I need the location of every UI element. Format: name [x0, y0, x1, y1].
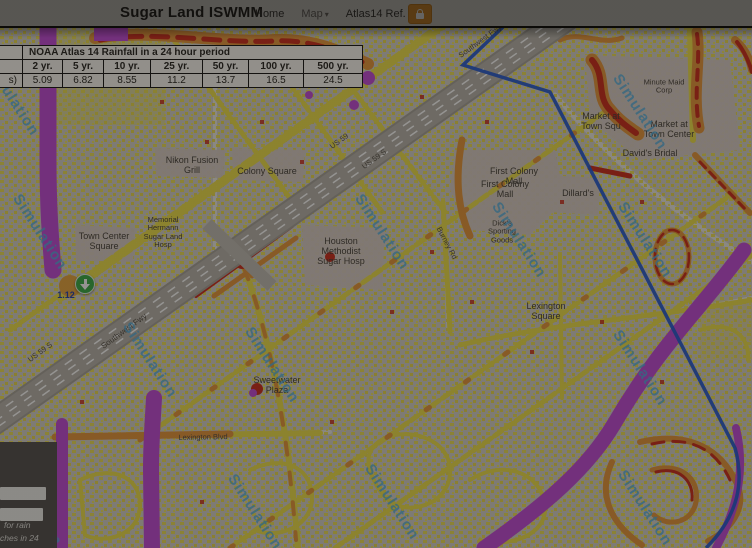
col-header: 5 yr.	[63, 60, 104, 74]
map-label: David's Bridal	[623, 148, 678, 158]
row-label: s)	[0, 74, 23, 88]
value-cell: 8.55	[104, 74, 151, 88]
main-nav: Home Map▾ Atlas14 Ref. Data	[255, 8, 432, 20]
nav-map[interactable]: Map▾	[301, 8, 328, 20]
value-cell: 5.09	[23, 74, 63, 88]
map-label: Lexington Square	[526, 301, 565, 321]
col-header: 10 yr.	[104, 60, 151, 74]
panel-text-line: for rain	[4, 520, 30, 530]
table-value-row: s) 5.09 6.82 8.55 11.2 13.7 16.5 24.5	[0, 74, 363, 88]
map-label: Dillard's	[562, 188, 594, 198]
col-header: 2 yr.	[23, 60, 63, 74]
value-cell: 24.5	[304, 74, 363, 88]
map-label: Colony Square	[237, 166, 297, 176]
map-label: Houston Methodist Sugar Hosp	[317, 236, 365, 266]
panel-input-1[interactable]	[0, 487, 46, 500]
rainfall-table: NOAA Atlas 14 Rainfall in a 24 hour peri…	[0, 45, 363, 88]
map-label: Town Center Square	[79, 231, 130, 251]
map-label: Nikon Fusion Grill	[166, 155, 219, 175]
col-header: 50 yr.	[203, 60, 249, 74]
page-title: Sugar Land ISWMM	[120, 4, 263, 21]
table-title: NOAA Atlas 14 Rainfall in a 24 hour peri…	[23, 46, 363, 60]
info-panel: for rain ches in 24	[0, 442, 57, 548]
sign-in-button[interactable]	[408, 4, 432, 24]
col-header: 25 yr.	[151, 60, 203, 74]
map-label: Minute Maid Corp	[644, 79, 685, 96]
map-label: Memorial Hermann Sugar Land Hosp	[144, 216, 183, 250]
map-label: Market at Town Squ	[581, 111, 621, 131]
lock-icon	[416, 13, 424, 19]
map-marker[interactable]	[75, 274, 95, 294]
value-cell: 11.2	[151, 74, 203, 88]
chevron-down-icon: ▾	[325, 10, 329, 19]
app-window: Nikon Fusion Grill Colony Square Memoria…	[0, 0, 752, 548]
nav-home[interactable]: Home	[255, 8, 284, 20]
app-header: Sugar Land ISWMM Home Map▾ Atlas14 Ref. …	[0, 0, 752, 28]
map-label: First Colony Mall	[481, 179, 529, 199]
col-header: 500 yr.	[304, 60, 363, 74]
road-label: Lexington Blvd	[178, 432, 227, 442]
col-header: 100 yr.	[249, 60, 304, 74]
table-corner-cell	[0, 46, 23, 60]
value-cell: 16.5	[249, 74, 304, 88]
value-cell: 13.7	[203, 74, 249, 88]
table-header-row: 2 yr. 5 yr. 10 yr. 25 yr. 50 yr. 100 yr.…	[0, 60, 363, 74]
panel-text-line: ches in 24	[0, 533, 39, 543]
marker-value: 1.12	[57, 290, 75, 300]
value-cell: 6.82	[63, 74, 104, 88]
